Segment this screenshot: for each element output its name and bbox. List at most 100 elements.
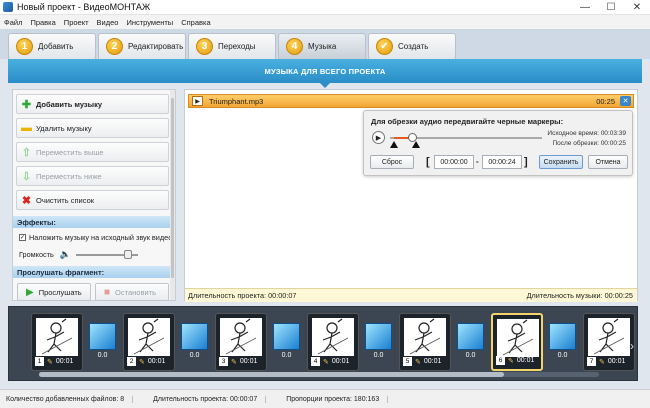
timeline-transition[interactable]: 0.0 <box>365 323 392 361</box>
remove-music-button[interactable]: ▬ Удалить музыку <box>16 118 169 138</box>
frame-thumbnail <box>312 318 354 356</box>
pencil-icon[interactable]: ✎ <box>599 358 605 366</box>
close-icon[interactable]: ✕ <box>620 96 631 106</box>
transition-thumbnail <box>457 323 484 350</box>
section-banner: МУЗЫКА ДЛЯ ВСЕГО ПРОЕКТА <box>8 59 642 88</box>
plus-icon: ✚ <box>21 98 32 111</box>
maximize-button[interactable]: ☐ <box>598 0 624 15</box>
timeline-frame[interactable]: 6 ✎ 00:01 <box>491 313 543 371</box>
close-button[interactable]: ✕ <box>624 0 650 15</box>
stop-button[interactable]: ■ Остановить <box>95 283 169 301</box>
reset-button[interactable]: Сброс <box>370 155 414 169</box>
tab-edit[interactable]: 2 Редактировать <box>98 33 186 59</box>
overlay-checkbox[interactable]: ✓ Наложить музыку на исходный звук видео <box>19 233 172 242</box>
menu-file[interactable]: Файл <box>4 18 22 27</box>
pencil-icon[interactable]: ✎ <box>508 357 514 365</box>
frame-thumbnail <box>404 318 446 356</box>
time-separator: - <box>476 157 479 166</box>
trim-popup: Для обрезки аудио передвигайте черные ма… <box>363 110 633 176</box>
add-music-button[interactable]: ✚ Добавить музыку <box>16 94 169 114</box>
frame-thumbnail <box>220 318 262 356</box>
clear-icon: ✖ <box>21 194 32 207</box>
duration-bar: Длительность проекта: 00:00:07 Длительно… <box>185 288 637 302</box>
frame-duration: 00:01 <box>147 358 166 365</box>
transition-duration: 0.0 <box>189 352 200 359</box>
start-bracket-icon: [ <box>426 156 430 168</box>
music-track-row[interactable]: ▶ Triumphant.mp3 00:25 ✕ <box>188 94 634 108</box>
move-down-button[interactable]: ⇩ Переместить ниже <box>16 166 169 186</box>
frame-number: 1 <box>35 357 44 366</box>
menu-project[interactable]: Проект <box>64 18 89 27</box>
timeline-transition[interactable]: 0.0 <box>549 323 576 361</box>
start-time-field[interactable]: 00:00:00 <box>434 155 474 169</box>
frame-duration: 00:01 <box>516 357 535 364</box>
trim-playhead[interactable] <box>408 133 417 142</box>
cancel-button[interactable]: Отмена <box>588 155 628 169</box>
end-bracket-icon: ] <box>524 156 528 168</box>
frame-number: 7 <box>587 357 596 366</box>
left-scrollbar[interactable] <box>170 90 175 300</box>
play-icon: ▶ <box>26 286 34 298</box>
tab-create[interactable]: ✔ Создать <box>368 33 456 59</box>
pencil-icon[interactable]: ✎ <box>323 358 329 366</box>
preview-header: Прослушать фрагмент: <box>13 266 171 278</box>
pencil-icon[interactable]: ✎ <box>47 358 53 366</box>
music-duration: Длительность музыки: 00:00:25 <box>526 291 633 300</box>
timeline-frame[interactable]: 4 ✎ 00:01 <box>307 313 359 371</box>
timeline-scrollbar-thumb[interactable] <box>39 372 504 377</box>
timeline-transition[interactable]: 0.0 <box>89 323 116 361</box>
listen-button[interactable]: ▶ Прослушать <box>17 283 91 301</box>
timeline-transition[interactable]: 0.0 <box>273 323 300 361</box>
checkmark-icon: ✔ <box>376 38 393 55</box>
frame-thumbnail <box>588 318 630 356</box>
frame-number: 3 <box>219 357 228 366</box>
pencil-icon[interactable]: ✎ <box>231 358 237 366</box>
frame-duration: 00:01 <box>331 358 350 365</box>
frame-duration: 00:01 <box>423 358 442 365</box>
pencil-icon[interactable]: ✎ <box>415 358 421 366</box>
tab-transitions[interactable]: 3 Переходы <box>188 33 276 59</box>
move-up-button[interactable]: ⇧ Переместить выше <box>16 142 169 162</box>
music-controls-panel: ✚ Добавить музыку ▬ Удалить музыку ⇧ Переме… <box>12 89 176 301</box>
step-4-icon: 4 <box>286 38 303 55</box>
frame-number: 6 <box>496 356 505 365</box>
timeline-transition[interactable]: 0.0 <box>457 323 484 361</box>
save-button[interactable]: Сохранить <box>539 155 583 169</box>
frame-number: 2 <box>127 357 136 366</box>
speaker-icon: 🔈 <box>59 249 72 259</box>
frame-thumbnail <box>36 318 78 356</box>
volume-slider[interactable] <box>76 249 139 259</box>
pencil-icon[interactable]: ✎ <box>139 358 145 366</box>
timeline-frame[interactable]: 7 ✎ 00:01 <box>583 313 635 371</box>
track-duration: 00:25 <box>596 96 615 106</box>
menu-edit[interactable]: Правка <box>30 18 55 27</box>
timeline-frame[interactable]: 3 ✎ 00:01 <box>215 313 267 371</box>
volume-slider-thumb[interactable] <box>124 249 133 259</box>
menu-video[interactable]: Видео <box>97 18 119 27</box>
menu-help[interactable]: Справка <box>181 18 210 27</box>
menu-bar: Файл Правка Проект Видео Инструменты Спр… <box>0 15 650 29</box>
app-icon <box>3 2 13 12</box>
timeline-frame[interactable]: 5 ✎ 00:01 <box>399 313 451 371</box>
trim-start-marker[interactable] <box>390 141 398 148</box>
timeline-frame[interactable]: 2 ✎ 00:01 <box>123 313 175 371</box>
timeline-frame[interactable]: 1 ✎ 00:01 <box>31 313 83 371</box>
original-time: Исходное время: 00:03:39 <box>547 130 626 137</box>
timeline-scrollbar[interactable] <box>39 372 599 377</box>
minimize-button[interactable]: — <box>572 0 598 15</box>
chevron-right-icon[interactable]: › <box>630 339 634 353</box>
status-bar: Количество добавленных файлов: 8 Длитель… <box>0 389 650 408</box>
tab-music[interactable]: 4 Музыка <box>278 33 366 59</box>
frame-duration: 00:01 <box>239 358 258 365</box>
clear-list-button[interactable]: ✖ Очистить список <box>16 190 169 210</box>
transition-thumbnail <box>181 323 208 350</box>
trim-end-marker[interactable] <box>412 141 420 148</box>
menu-tools[interactable]: Инструменты <box>126 18 173 27</box>
trim-play-button[interactable]: ▶ <box>372 131 385 144</box>
project-ratio: Пропорции проекта: 180:163 <box>286 395 389 403</box>
transition-duration: 0.0 <box>373 352 384 359</box>
play-icon[interactable]: ▶ <box>192 96 203 106</box>
tab-add[interactable]: 1 Добавить <box>8 33 96 59</box>
timeline-transition[interactable]: 0.0 <box>181 323 208 361</box>
end-time-field[interactable]: 00:00:24 <box>482 155 522 169</box>
